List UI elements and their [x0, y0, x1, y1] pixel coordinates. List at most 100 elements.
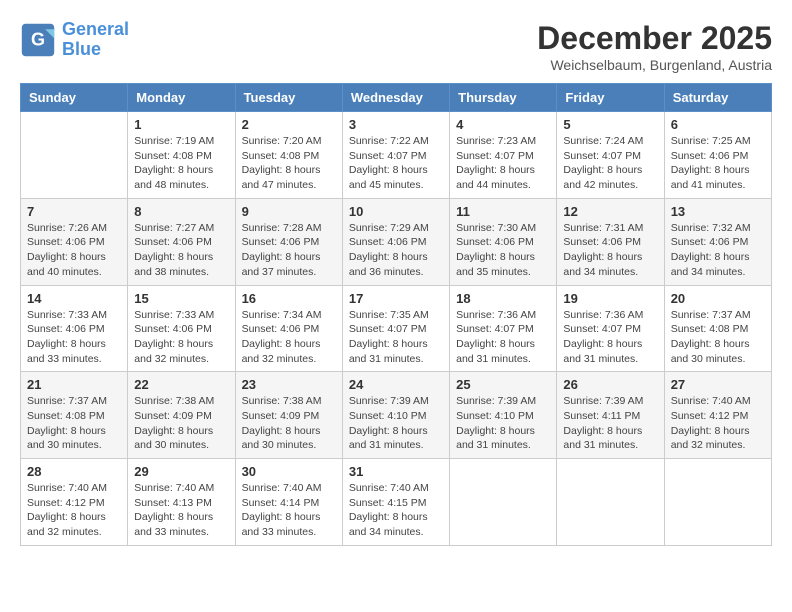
day-info: Sunrise: 7:37 AMSunset: 4:08 PMDaylight:… — [671, 308, 765, 367]
day-number: 21 — [27, 377, 121, 392]
day-info: Sunrise: 7:40 AMSunset: 4:14 PMDaylight:… — [242, 481, 336, 540]
calendar-header-monday: Monday — [128, 84, 235, 112]
calendar-cell: 13Sunrise: 7:32 AMSunset: 4:06 PMDayligh… — [664, 198, 771, 285]
day-info: Sunrise: 7:38 AMSunset: 4:09 PMDaylight:… — [134, 394, 228, 453]
day-number: 28 — [27, 464, 121, 479]
day-info: Sunrise: 7:40 AMSunset: 4:13 PMDaylight:… — [134, 481, 228, 540]
day-number: 15 — [134, 291, 228, 306]
page-header: G General Blue December 2025 Weichselbau… — [20, 20, 772, 73]
calendar-cell: 5 Sunrise: 7:24 AMSunset: 4:07 PMDaylight… — [557, 112, 664, 199]
day-info: Sunrise: 7:19 AMSunset: 4:08 PMDaylight:… — [134, 134, 228, 193]
logo-line1: General — [62, 19, 129, 39]
day-number: 30 — [242, 464, 336, 479]
calendar-cell: 31 Sunrise: 7:40 AMSunset: 4:15 PMDayligh… — [342, 459, 449, 546]
calendar-cell: 26 Sunrise: 7:39 AMSunset: 4:11 PMDayligh… — [557, 372, 664, 459]
calendar-header-sunday: Sunday — [21, 84, 128, 112]
calendar-cell: 9Sunrise: 7:28 AMSunset: 4:06 PMDaylight… — [235, 198, 342, 285]
logo-text: General Blue — [62, 20, 129, 60]
calendar-header-tuesday: Tuesday — [235, 84, 342, 112]
svg-text:G: G — [31, 29, 45, 49]
calendar-cell: 1 Sunrise: 7:19 AMSunset: 4:08 PMDaylight… — [128, 112, 235, 199]
day-number: 5 — [563, 117, 657, 132]
day-info: Sunrise: 7:39 AMSunset: 4:10 PMDaylight:… — [349, 394, 443, 453]
calendar-cell: 30 Sunrise: 7:40 AMSunset: 4:14 PMDayligh… — [235, 459, 342, 546]
calendar-header-friday: Friday — [557, 84, 664, 112]
calendar-header-thursday: Thursday — [450, 84, 557, 112]
day-info: Sunrise: 7:36 AMSunset: 4:07 PMDaylight:… — [456, 308, 550, 367]
calendar-week-row: 28 Sunrise: 7:40 AMSunset: 4:12 PMDayligh… — [21, 459, 772, 546]
day-number: 25 — [456, 377, 550, 392]
day-info: Sunrise: 7:27 AMSunset: 4:06 PMDaylight:… — [134, 221, 228, 280]
calendar-cell — [450, 459, 557, 546]
day-number: 23 — [242, 377, 336, 392]
day-info: Sunrise: 7:33 AMSunset: 4:06 PMDaylight:… — [27, 308, 121, 367]
day-info: Sunrise: 7:20 AMSunset: 4:08 PMDaylight:… — [242, 134, 336, 193]
calendar-week-row: 7Sunrise: 7:26 AMSunset: 4:06 PMDaylight… — [21, 198, 772, 285]
calendar-cell: 17 Sunrise: 7:35 AMSunset: 4:07 PMDayligh… — [342, 285, 449, 372]
calendar-cell: 25Sunrise: 7:39 AMSunset: 4:10 PMDayligh… — [450, 372, 557, 459]
calendar-cell: 2 Sunrise: 7:20 AMSunset: 4:08 PMDaylight… — [235, 112, 342, 199]
day-info: Sunrise: 7:31 AMSunset: 4:06 PMDaylight:… — [563, 221, 657, 280]
day-info: Sunrise: 7:34 AMSunset: 4:06 PMDaylight:… — [242, 308, 336, 367]
day-number: 8 — [134, 204, 228, 219]
calendar-cell: 8 Sunrise: 7:27 AMSunset: 4:06 PMDaylight… — [128, 198, 235, 285]
calendar-header-saturday: Saturday — [664, 84, 771, 112]
day-number: 19 — [563, 291, 657, 306]
day-info: Sunrise: 7:40 AMSunset: 4:12 PMDaylight:… — [27, 481, 121, 540]
day-number: 27 — [671, 377, 765, 392]
logo-line2: Blue — [62, 39, 101, 59]
day-number: 18 — [456, 291, 550, 306]
day-info: Sunrise: 7:23 AMSunset: 4:07 PMDaylight:… — [456, 134, 550, 193]
calendar-cell: 12Sunrise: 7:31 AMSunset: 4:06 PMDayligh… — [557, 198, 664, 285]
day-info: Sunrise: 7:40 AMSunset: 4:15 PMDaylight:… — [349, 481, 443, 540]
day-number: 14 — [27, 291, 121, 306]
calendar-cell — [21, 112, 128, 199]
day-info: Sunrise: 7:33 AMSunset: 4:06 PMDaylight:… — [134, 308, 228, 367]
day-info: Sunrise: 7:26 AMSunset: 4:06 PMDaylight:… — [27, 221, 121, 280]
calendar-cell: 20 Sunrise: 7:37 AMSunset: 4:08 PMDayligh… — [664, 285, 771, 372]
calendar-cell: 11Sunrise: 7:30 AMSunset: 4:06 PMDayligh… — [450, 198, 557, 285]
location: Weichselbaum, Burgenland, Austria — [537, 57, 772, 73]
calendar-cell: 19Sunrise: 7:36 AMSunset: 4:07 PMDayligh… — [557, 285, 664, 372]
day-info: Sunrise: 7:24 AMSunset: 4:07 PMDaylight:… — [563, 134, 657, 193]
day-number: 24 — [349, 377, 443, 392]
calendar-cell: 28 Sunrise: 7:40 AMSunset: 4:12 PMDayligh… — [21, 459, 128, 546]
day-info: Sunrise: 7:22 AMSunset: 4:07 PMDaylight:… — [349, 134, 443, 193]
calendar-cell: 14 Sunrise: 7:33 AMSunset: 4:06 PMDayligh… — [21, 285, 128, 372]
day-number: 4 — [456, 117, 550, 132]
day-info: Sunrise: 7:30 AMSunset: 4:06 PMDaylight:… — [456, 221, 550, 280]
calendar-cell: 22Sunrise: 7:38 AMSunset: 4:09 PMDayligh… — [128, 372, 235, 459]
day-number: 20 — [671, 291, 765, 306]
calendar-cell — [664, 459, 771, 546]
day-number: 29 — [134, 464, 228, 479]
calendar-cell: 15 Sunrise: 7:33 AMSunset: 4:06 PMDayligh… — [128, 285, 235, 372]
calendar-cell: 23 Sunrise: 7:38 AMSunset: 4:09 PMDayligh… — [235, 372, 342, 459]
day-number: 1 — [134, 117, 228, 132]
day-info: Sunrise: 7:38 AMSunset: 4:09 PMDaylight:… — [242, 394, 336, 453]
calendar-cell: 4 Sunrise: 7:23 AMSunset: 4:07 PMDaylight… — [450, 112, 557, 199]
calendar-cell: 21 Sunrise: 7:37 AMSunset: 4:08 PMDayligh… — [21, 372, 128, 459]
calendar-week-row: 14 Sunrise: 7:33 AMSunset: 4:06 PMDayligh… — [21, 285, 772, 372]
day-number: 2 — [242, 117, 336, 132]
day-info: Sunrise: 7:29 AMSunset: 4:06 PMDaylight:… — [349, 221, 443, 280]
logo-icon: G — [20, 22, 56, 58]
day-number: 6 — [671, 117, 765, 132]
day-number: 17 — [349, 291, 443, 306]
calendar-cell — [557, 459, 664, 546]
day-number: 26 — [563, 377, 657, 392]
calendar-cell: 6 Sunrise: 7:25 AMSunset: 4:06 PMDaylight… — [664, 112, 771, 199]
calendar-cell: 3Sunrise: 7:22 AMSunset: 4:07 PMDaylight… — [342, 112, 449, 199]
calendar-cell: 29 Sunrise: 7:40 AMSunset: 4:13 PMDayligh… — [128, 459, 235, 546]
calendar-table: SundayMondayTuesdayWednesdayThursdayFrid… — [20, 83, 772, 546]
calendar-week-row: 1 Sunrise: 7:19 AMSunset: 4:08 PMDaylight… — [21, 112, 772, 199]
day-info: Sunrise: 7:25 AMSunset: 4:06 PMDaylight:… — [671, 134, 765, 193]
day-info: Sunrise: 7:39 AMSunset: 4:11 PMDaylight:… — [563, 394, 657, 453]
calendar-cell: 7Sunrise: 7:26 AMSunset: 4:06 PMDaylight… — [21, 198, 128, 285]
day-number: 31 — [349, 464, 443, 479]
day-info: Sunrise: 7:37 AMSunset: 4:08 PMDaylight:… — [27, 394, 121, 453]
title-block: December 2025 Weichselbaum, Burgenland, … — [537, 20, 772, 73]
day-number: 13 — [671, 204, 765, 219]
day-number: 16 — [242, 291, 336, 306]
day-info: Sunrise: 7:28 AMSunset: 4:06 PMDaylight:… — [242, 221, 336, 280]
day-info: Sunrise: 7:35 AMSunset: 4:07 PMDaylight:… — [349, 308, 443, 367]
